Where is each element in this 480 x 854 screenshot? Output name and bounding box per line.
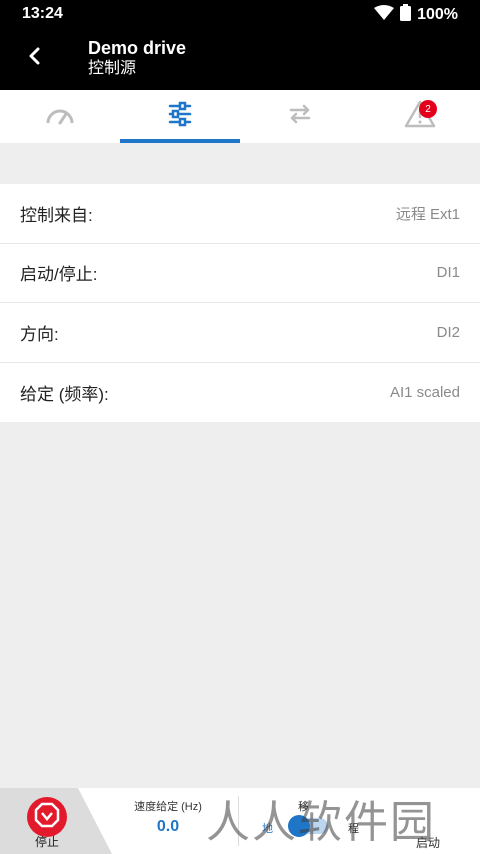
list-item-control-from[interactable]: 控制来自: 远程 Ext1 xyxy=(0,184,480,244)
row-value: AI1 scaled xyxy=(389,383,460,401)
fault-count-badge: 2 xyxy=(419,100,437,118)
toggle-knob xyxy=(288,815,310,837)
tab-settings[interactable] xyxy=(120,90,240,143)
page-title: Demo drive xyxy=(88,38,187,58)
tab-gauge[interactable] xyxy=(0,90,120,143)
control-mode-label: 移 xyxy=(298,801,309,813)
local-remote-toggle[interactable] xyxy=(288,815,328,837)
control-source-list: 控制来自: 远程 Ext1 启动/停止: DI1 方向: DI2 给定 (频率)… xyxy=(0,184,480,422)
page-subtitle: 控制源 xyxy=(88,60,137,77)
row-label: 启动/停止: xyxy=(20,265,98,285)
local-label: 地 xyxy=(262,823,273,835)
tab-transfer[interactable] xyxy=(240,90,360,143)
gauge-icon xyxy=(45,103,75,130)
row-value: DI2 xyxy=(436,323,460,341)
title-block: Demo drive 控制源 xyxy=(88,38,186,80)
tab-faults[interactable] xyxy=(360,90,480,143)
chevron-left-icon xyxy=(27,47,41,70)
battery-level: 100% xyxy=(417,6,458,23)
stop-icon xyxy=(34,802,60,833)
stop-button[interactable] xyxy=(27,797,67,837)
status-time: 13:24 xyxy=(22,5,63,22)
speed-reference-value[interactable]: 0.0 xyxy=(118,818,218,836)
list-item-start-stop[interactable]: 启动/停止: DI1 xyxy=(0,244,480,303)
bottom-control-bar: 停止 速度给定 (Hz) 0.0 移 地 程 启动 xyxy=(0,788,480,854)
wifi-icon xyxy=(374,4,395,26)
status-indicators: 100% xyxy=(374,4,458,26)
status-bar: 13:24 100% xyxy=(0,0,480,28)
back-button[interactable] xyxy=(18,42,50,74)
transfer-icon xyxy=(287,104,313,129)
row-label: 给定 (频率): xyxy=(20,384,109,404)
remote-label: 程 xyxy=(348,823,359,835)
tab-bar xyxy=(0,90,480,143)
list-item-reference[interactable]: 给定 (频率): AI1 scaled xyxy=(0,363,480,423)
app-bar: Demo drive 控制源 xyxy=(0,28,480,90)
battery-icon xyxy=(400,4,412,26)
stop-label: 停止 xyxy=(34,835,59,849)
row-label: 方向: xyxy=(20,324,59,344)
row-value: 远程 Ext1 xyxy=(395,205,460,223)
speed-reference-label: 速度给定 (Hz) xyxy=(134,801,202,813)
list-item-direction[interactable]: 方向: DI2 xyxy=(0,303,480,363)
row-value: DI1 xyxy=(436,264,460,282)
start-label[interactable]: 启动 xyxy=(416,834,440,851)
sliders-icon xyxy=(167,101,193,132)
row-label: 控制来自: xyxy=(20,205,93,225)
divider xyxy=(238,796,239,846)
